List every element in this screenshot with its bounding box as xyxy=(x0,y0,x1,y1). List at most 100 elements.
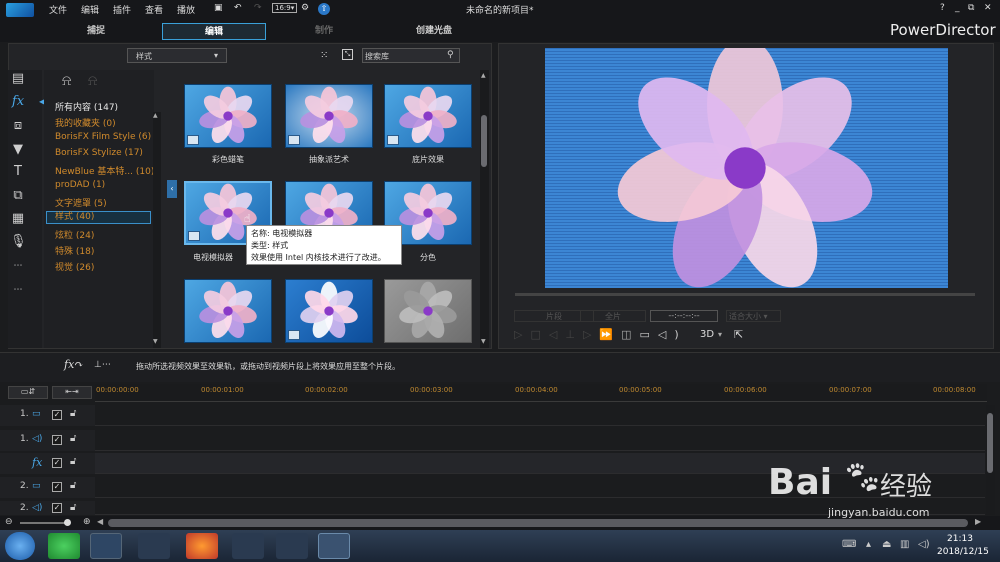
firefox-icon[interactable] xyxy=(186,533,218,559)
pip-room-icon[interactable]: ⧈ xyxy=(10,118,26,134)
category-item[interactable]: 文字遮罩 (5) xyxy=(55,196,107,209)
category-item[interactable]: BorisFX Film Style (6) xyxy=(55,132,151,142)
split-icon[interactable]: ⊥ xyxy=(565,328,583,341)
audio-mixing-icon[interactable]: ▦ xyxy=(10,211,26,227)
title-room-icon[interactable]: T xyxy=(10,164,26,180)
fx-track-icon[interactable]: fx↷ xyxy=(64,358,84,371)
zoom-out-icon[interactable]: ⊖ xyxy=(5,517,13,527)
snapshot-icon[interactable]: ◫ xyxy=(621,328,639,341)
scrubber-track[interactable] xyxy=(515,293,975,296)
effect-thumb-negative[interactable] xyxy=(384,84,472,148)
upgrade-icon[interactable]: ⇧ xyxy=(318,3,330,15)
network-icon[interactable]: ▥ xyxy=(900,539,909,550)
lock-icon[interactable]: 🔓︎ xyxy=(70,408,76,419)
lock-icon[interactable]: 🔓︎ xyxy=(70,456,76,467)
minimize-icon[interactable]: _ xyxy=(955,3,960,13)
effect-thumb[interactable] xyxy=(184,279,272,343)
menu-play[interactable]: 播放 xyxy=(177,3,195,16)
category-item[interactable]: 特殊 (18) xyxy=(55,244,94,257)
search-input[interactable]: 搜索库 ⚲ xyxy=(362,48,460,63)
save-icon[interactable]: ▣ xyxy=(214,3,223,13)
chapter-room-icon[interactable]: ⋯ xyxy=(10,258,26,274)
redo-icon[interactable]: ↷ xyxy=(254,3,262,13)
menu-file[interactable]: 文件 xyxy=(49,3,67,16)
stop-icon[interactable]: □ xyxy=(530,328,548,341)
track-row[interactable]: 1. ◁) ✓ 🔓︎ xyxy=(0,430,985,451)
menu-plugins[interactable]: 插件 xyxy=(113,3,131,16)
prev-frame-icon[interactable]: ◁ xyxy=(549,328,565,341)
track-enable-checkbox[interactable]: ✓ xyxy=(52,410,62,420)
category-item[interactable]: 炫粒 (24) xyxy=(55,228,94,241)
effect-thumb-colored-pencil[interactable] xyxy=(184,84,272,148)
3d-toggle[interactable]: 3D xyxy=(700,329,714,340)
add-tag-icon[interactable]: ⍾ xyxy=(62,73,71,89)
menu-view[interactable]: 查看 xyxy=(145,3,163,16)
tab-edit[interactable]: 编辑 xyxy=(162,23,266,40)
category-item[interactable]: NewBlue 基本特... (10) xyxy=(55,164,154,177)
lock-icon[interactable]: 🔓︎ xyxy=(70,502,76,513)
play-icon[interactable]: ▷ xyxy=(514,328,530,341)
lock-icon[interactable]: 🔓︎ xyxy=(70,433,76,444)
search-icon[interactable]: ⚲ xyxy=(447,50,454,60)
timeline-v-scrollbar[interactable] xyxy=(986,405,995,515)
next-frame-icon[interactable]: ▷ xyxy=(583,328,599,341)
zoom-in-icon[interactable]: ⊕ xyxy=(83,517,91,527)
lock-icon[interactable]: 🔓︎ xyxy=(70,480,76,491)
record-icon[interactable] xyxy=(276,533,308,559)
track-manager-button[interactable]: ▭⇵ xyxy=(8,386,48,399)
help-icon[interactable]: ? xyxy=(940,3,945,13)
category-scrollbar[interactable]: ▲ ▼ xyxy=(153,112,161,348)
expand-view-icon[interactable]: ⤡ xyxy=(342,49,353,60)
filter-dropdown[interactable]: 样式 ▾ xyxy=(127,48,227,63)
undo-icon[interactable]: ↶ xyxy=(234,3,242,13)
category-item[interactable]: proDAD (1) xyxy=(55,180,105,190)
category-item[interactable]: 我的收藏夹 (0) xyxy=(55,116,116,129)
subtitle-icon[interactable]: ▭ xyxy=(640,328,658,341)
media-player-icon[interactable] xyxy=(232,533,264,559)
aspect-ratio-icon[interactable]: 16:9▾ xyxy=(272,3,298,13)
track-row[interactable]: 1. ▭ ✓ 🔓︎ xyxy=(0,405,985,426)
app-360-icon[interactable] xyxy=(48,533,80,559)
effect-thumb[interactable] xyxy=(285,279,373,343)
tray-arrow-icon[interactable]: ▴ xyxy=(866,539,871,550)
tab-create-disc[interactable]: 创建光盘 xyxy=(400,23,468,40)
start-button[interactable] xyxy=(5,532,35,560)
3d-dropdown-icon[interactable]: ▾ xyxy=(718,330,722,339)
volume-icon[interactable]: ◁) xyxy=(658,328,687,341)
track-enable-checkbox[interactable]: ✓ xyxy=(52,482,62,492)
menu-edit[interactable]: 编辑 xyxy=(81,3,99,16)
undock-icon[interactable]: ⇱ xyxy=(734,328,743,341)
particle-room-icon[interactable]: ▼ xyxy=(10,142,26,158)
fit-size-dropdown[interactable]: 适合大小 ▾ xyxy=(726,310,781,322)
remove-tag-icon[interactable]: ⍾ xyxy=(88,73,97,89)
timeline-ruler[interactable]: 00:00:00:00 00:00:01:00 00:00:02:00 00:0… xyxy=(95,384,987,402)
volume-tray-icon[interactable]: ◁) xyxy=(918,539,930,550)
microphone-icon[interactable]: 🎙 xyxy=(10,234,27,250)
effect-thumb-abstractionism[interactable] xyxy=(285,84,373,148)
subtitle-room-icon[interactable]: ⋯ xyxy=(10,282,26,298)
app-logo-icon[interactable] xyxy=(6,3,34,17)
category-item[interactable]: 所有内容 (147) xyxy=(55,100,118,113)
category-item[interactable]: BorisFX Stylize (17) xyxy=(55,148,143,158)
fit-timeline-button[interactable]: ⇤⇥ xyxy=(52,386,92,399)
zoom-slider-handle[interactable] xyxy=(64,519,71,526)
track-enable-checkbox[interactable]: ✓ xyxy=(52,435,62,445)
zoom-slider[interactable] xyxy=(20,522,70,524)
timecode-field[interactable]: --:--:--:-- xyxy=(650,310,718,322)
category-item[interactable]: 视觉 (26) xyxy=(55,260,94,273)
effect-thumb-emboss[interactable] xyxy=(384,279,472,343)
fast-forward-icon[interactable]: ⏩ xyxy=(599,328,621,341)
collapse-panel-button[interactable]: ‹ xyxy=(167,180,177,198)
transition-room-icon[interactable]: ⧉ xyxy=(10,188,26,204)
usb-icon[interactable]: ⏏ xyxy=(882,539,891,550)
grid-view-icon[interactable]: ⁙ xyxy=(320,50,328,61)
restore-icon[interactable]: ⧉ xyxy=(968,3,974,13)
movie-mode-button[interactable]: 全片 xyxy=(580,310,646,322)
qq-icon[interactable] xyxy=(138,533,170,559)
category-item-selected[interactable]: 样式 (40) xyxy=(46,211,151,224)
tab-produce[interactable]: 制作 xyxy=(290,23,358,40)
tab-capture[interactable]: 捕捉 xyxy=(62,23,130,40)
track-enable-checkbox[interactable]: ✓ xyxy=(52,458,62,468)
explorer-icon[interactable] xyxy=(90,533,122,559)
library-scrollbar[interactable]: ▲ ▼ xyxy=(480,70,489,348)
